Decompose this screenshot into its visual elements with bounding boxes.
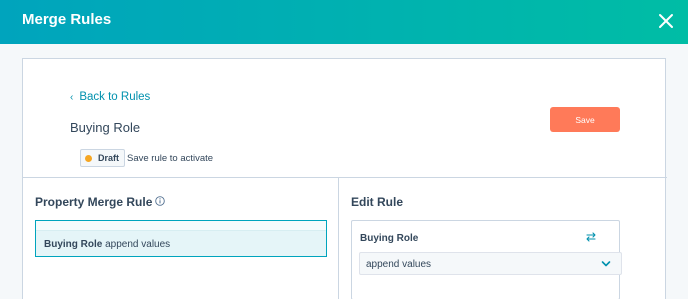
section-divider: [23, 177, 667, 178]
close-icon[interactable]: [655, 10, 677, 32]
rule-action: append values: [105, 239, 171, 250]
info-icon[interactable]: [155, 196, 165, 206]
modal-title: Merge Rules: [22, 11, 112, 28]
back-link-label: Back to Rules: [79, 91, 151, 103]
column-divider: [338, 177, 339, 299]
rule-title: Buying Role: [70, 120, 141, 135]
list-item[interactable]: Buying Role append values: [44, 239, 170, 250]
chevron-down-icon: [601, 261, 611, 267]
draft-status-dot-icon: [85, 154, 92, 162]
edit-rule-card: Buying Role append values: [351, 220, 622, 299]
status-badge: Draft: [80, 149, 126, 167]
draft-note: Save rule to activate: [127, 153, 214, 164]
modal-header: Merge Rules: [0, 0, 688, 44]
chevron-left-icon: ‹: [70, 92, 74, 103]
status-badge-label: Draft: [98, 153, 120, 163]
property-merge-rule-heading: Property Merge Rule: [35, 195, 153, 209]
rule-list-header: [36, 221, 326, 231]
merge-action-value: append values: [366, 259, 432, 270]
swap-arrows-icon[interactable]: [585, 231, 597, 243]
merge-action-select[interactable]: append values: [359, 252, 622, 275]
edit-rule-property: Buying Role: [360, 233, 419, 244]
rule-property-name: Buying Role: [44, 239, 103, 250]
back-to-rules-link[interactable]: ‹ Back to Rules: [70, 91, 150, 103]
edit-rule-heading: Edit Rule: [351, 195, 404, 209]
rule-list: Buying Role append values: [35, 220, 327, 257]
save-button[interactable]: Save: [550, 107, 620, 132]
rule-editor-panel: ‹ Back to Rules Buying Role Save Draft Sa…: [22, 58, 667, 299]
